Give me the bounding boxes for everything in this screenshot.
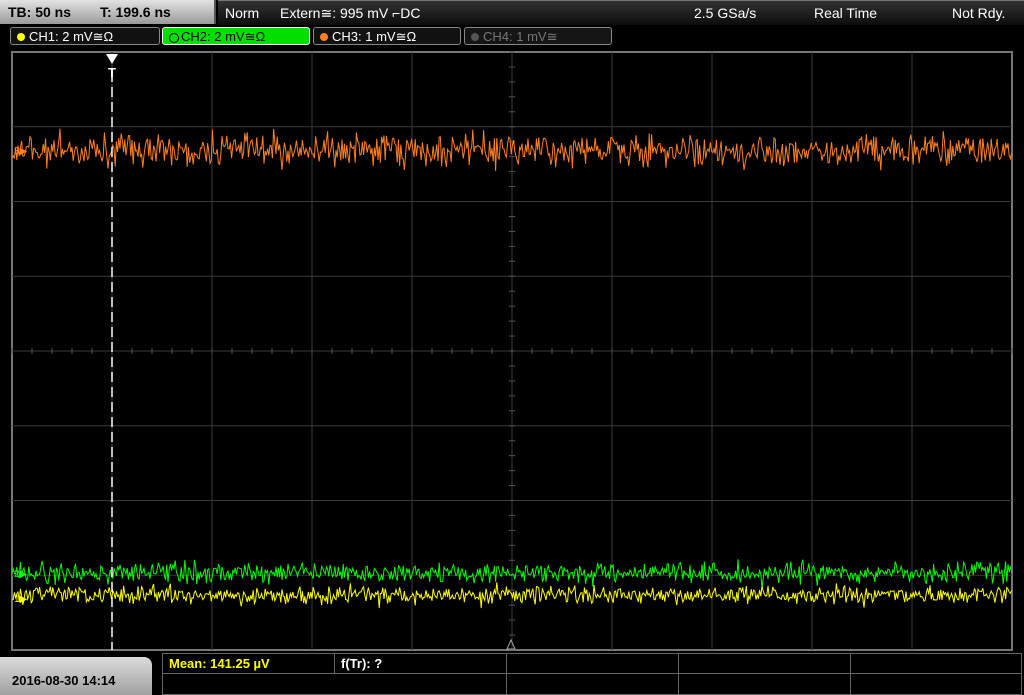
measurement-slot-8: [679, 674, 851, 694]
top-status-bar: TB: 50 ns T: 199.6 ns Norm Extern≅: 995 …: [0, 0, 1024, 25]
acquisition-mode: Real Time: [814, 5, 878, 21]
channel-1-offset-marker[interactable]: 1▶: [14, 594, 28, 605]
channel-4-button[interactable]: CH4: 1 mV≅: [464, 27, 612, 45]
measurement-slot-4: [679, 654, 851, 674]
channel-1-label: CH1: 2 mV≅Ω: [29, 29, 114, 44]
trigger-position-value: T: 199.6 ns: [100, 4, 171, 20]
timebase-value: TB: 50 ns: [8, 4, 72, 20]
datetime-label: 2016-08-30 14:14: [12, 673, 116, 688]
channel-1-indicator-icon: [17, 33, 25, 41]
measurement-slot-5: [851, 654, 1021, 674]
trigger-source: Extern≅: 995 mV ⌐DC: [280, 5, 421, 21]
channel-bar: CH1: 2 mV≅Ω CH2: 2 mV≅Ω CH3: 1 mV≅Ω CH4:…: [0, 26, 1024, 48]
channel-4-label: CH4: 1 mV≅: [483, 29, 558, 44]
datetime-panel: 2016-08-30 14:14: [0, 657, 152, 695]
trigger-marker-label: T: [108, 65, 116, 80]
channel-4-indicator-icon: [471, 33, 479, 41]
channel-2-offset-marker[interactable]: 2▶: [14, 569, 28, 580]
measurement-slot-7: [507, 674, 679, 694]
measurement-panel[interactable]: Mean: 141.25 µV f(Tr): ?: [162, 653, 1022, 695]
bottom-bar: 2016-08-30 14:14 Mean: 141.25 µV f(Tr): …: [0, 651, 1024, 695]
channel-2-indicator-icon: [169, 33, 179, 43]
trigger-status: Not Rdy.: [952, 5, 1006, 21]
channel-2-button[interactable]: CH2: 2 mV≅Ω: [162, 27, 310, 45]
measurement-slot-3: [507, 654, 679, 674]
channel-1-button[interactable]: CH1: 2 mV≅Ω: [10, 27, 160, 45]
channel-2-label: CH2: 2 mV≅Ω: [181, 29, 266, 44]
channel-3-button[interactable]: CH3: 1 mV≅Ω: [313, 27, 461, 45]
measurement-slot-6: [163, 674, 507, 694]
trigger-mode: Norm: [225, 5, 260, 21]
timebase-panel[interactable]: TB: 50 ns T: 199.6 ns: [0, 0, 216, 24]
channel-3-indicator-icon: [320, 33, 328, 41]
channel-3-offset-marker[interactable]: 3▶: [14, 146, 28, 157]
trigger-panel[interactable]: Norm Extern≅: 995 mV ⌐DC 2.5 GSa/s Real …: [218, 0, 1024, 25]
mean-measurement: Mean: 141.25 µV: [163, 654, 335, 674]
channel-3-label: CH3: 1 mV≅Ω: [332, 29, 417, 44]
waveform-display[interactable]: 3▶ 2▶ 1▶ T: [0, 50, 1024, 651]
frequency-measurement: f(Tr): ?: [335, 654, 507, 674]
sample-rate: 2.5 GSa/s: [694, 5, 757, 21]
